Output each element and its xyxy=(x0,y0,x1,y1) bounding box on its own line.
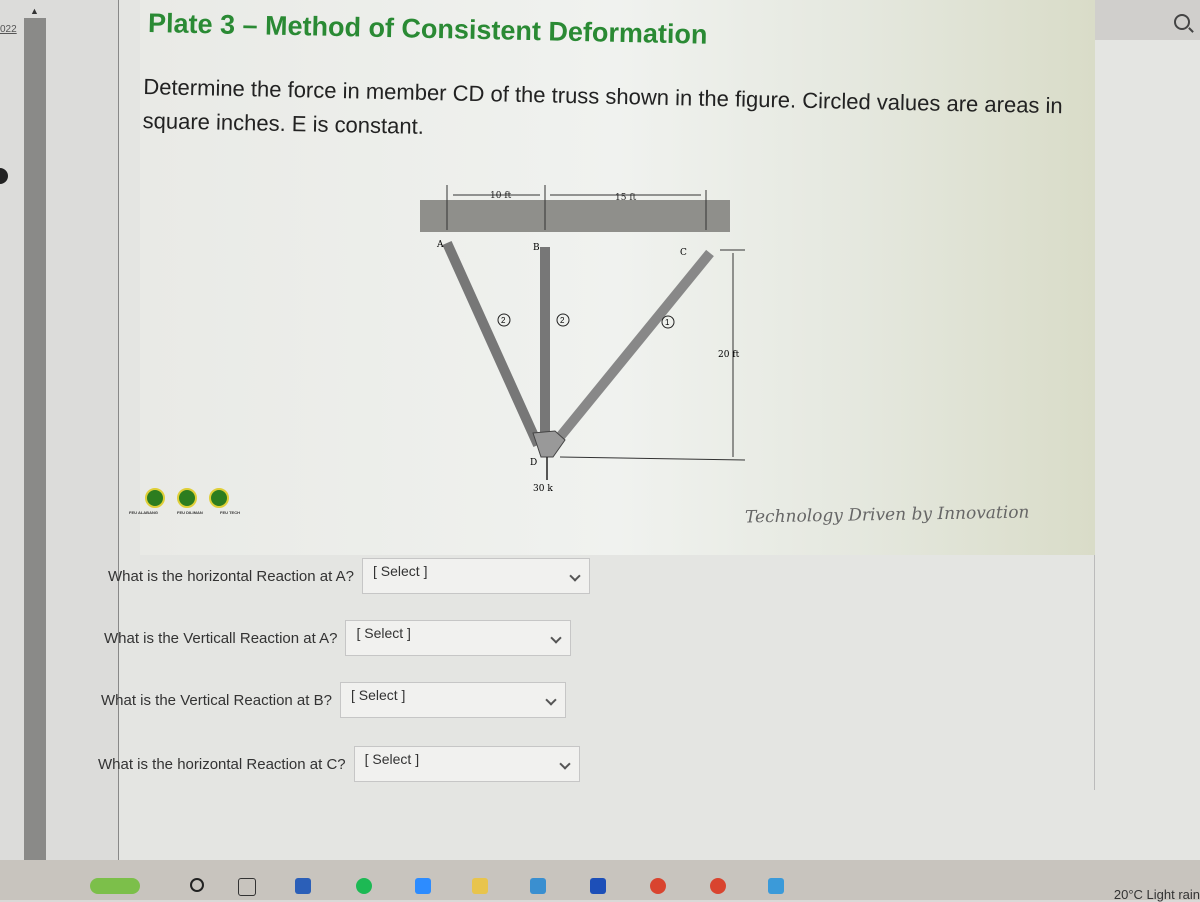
left-pane: 022 ▲ xyxy=(0,0,119,860)
spotify-icon[interactable] xyxy=(356,878,372,894)
file-explorer-icon[interactable] xyxy=(472,878,488,894)
chrome-icon[interactable] xyxy=(710,878,726,894)
question-row: What is the horizontal Reaction at A? [ … xyxy=(108,558,590,594)
question-label: What is the Verticall Reaction at A? xyxy=(104,629,338,647)
top-right-bar xyxy=(1094,0,1200,40)
dot-icon xyxy=(0,168,8,184)
feu-alabang-logo xyxy=(145,488,165,508)
date-fragment: 022 xyxy=(0,24,17,35)
area-ad: 2 xyxy=(501,316,506,325)
task-view-icon[interactable] xyxy=(238,878,256,896)
ceiling-beam xyxy=(420,200,730,232)
load-label: 30 k xyxy=(533,484,553,494)
member-ad xyxy=(442,240,543,448)
chevron-down-icon xyxy=(558,758,571,770)
widgets-icon[interactable] xyxy=(90,878,140,894)
select-value: [ Select ] xyxy=(364,751,420,767)
select-value: [ Select ] xyxy=(350,687,406,703)
node-a: A xyxy=(436,240,444,250)
app-icon[interactable] xyxy=(590,878,606,894)
chevron-down-icon xyxy=(569,570,581,582)
mail-icon[interactable] xyxy=(530,878,546,894)
select-value: [ Select ] xyxy=(372,563,428,579)
area-cd: 1 xyxy=(665,318,670,327)
select-value: [ Select ] xyxy=(356,625,411,641)
chevron-down-icon xyxy=(550,632,563,644)
question-row: What is the Verticall Reaction at A? [ S… xyxy=(104,620,572,656)
right-pane xyxy=(1094,40,1200,790)
zoom-icon[interactable] xyxy=(415,878,431,894)
scroll-up-arrow-icon[interactable]: ▲ xyxy=(30,6,39,16)
cortana-icon[interactable] xyxy=(190,878,204,892)
dim-left-label: 10 ft xyxy=(490,191,512,201)
answer-select-vertical-b[interactable]: [ Select ] xyxy=(339,682,566,718)
node-c: C xyxy=(680,248,687,258)
question-row: What is the horizontal Reaction at C? [ … xyxy=(98,746,580,782)
question-row: What is the Vertical Reaction at B? [ Se… xyxy=(101,682,566,718)
question-label: What is the Vertical Reaction at B? xyxy=(101,691,332,709)
photos-icon[interactable] xyxy=(768,878,784,894)
campus-logos: FEU ALABANG FEU DILIMAN FEU TECH xyxy=(125,488,275,528)
feu-diliman-logo xyxy=(177,488,197,508)
answer-select-horizontal-a[interactable]: [ Select ] xyxy=(361,558,590,594)
logo-label: FEU ALABANG xyxy=(129,510,158,515)
truss-figure: 10 ft 15 ft A B C D 30 k 2 2 1 20 ft xyxy=(420,185,746,494)
answer-select-horizontal-c[interactable]: [ Select ] xyxy=(353,746,580,782)
feu-tech-logo xyxy=(209,488,229,508)
search-icon[interactable] xyxy=(1174,14,1190,30)
logo-label: FEU DILIMAN xyxy=(177,510,203,515)
member-cd xyxy=(551,249,714,447)
area-bd: 2 xyxy=(560,316,565,325)
chrome-icon[interactable] xyxy=(650,878,666,894)
dim-right-label: 15 ft xyxy=(615,193,637,203)
answer-select-vertical-a[interactable]: [ Select ] xyxy=(345,620,572,656)
question-label: What is the horizontal Reaction at A? xyxy=(108,567,354,585)
word-icon[interactable] xyxy=(295,878,311,894)
chevron-down-icon xyxy=(545,694,557,706)
question-label: What is the horizontal Reaction at C? xyxy=(98,755,346,773)
node-b: B xyxy=(533,243,540,253)
scrollbar[interactable] xyxy=(24,18,46,860)
node-d: D xyxy=(530,458,537,468)
dim-height-label: 20 ft xyxy=(718,350,740,360)
logo-label: FEU TECH xyxy=(220,510,240,515)
